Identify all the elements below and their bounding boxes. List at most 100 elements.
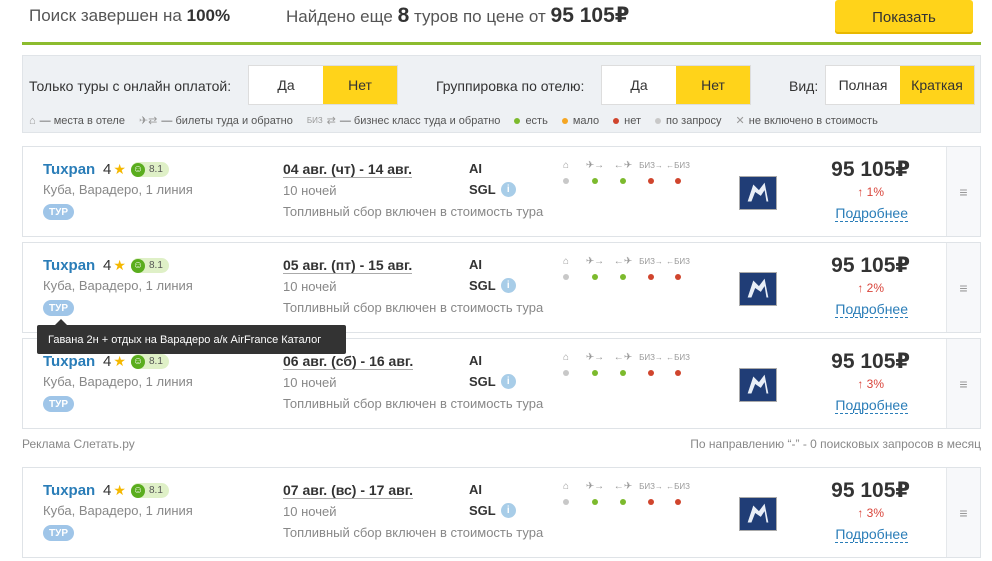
hotel-stars: 4 ★ — [103, 161, 126, 178]
price-change: ↑ 2% — [857, 281, 884, 295]
hotel-location: Куба, Варадеро, 1 линия — [43, 278, 193, 293]
availability-dot-icon — [620, 274, 626, 280]
none-dot-icon — [613, 117, 620, 124]
info-icon[interactable]: i — [500, 374, 516, 389]
fuel-note: Топливный сбор включен в стоимость тура — [283, 396, 544, 411]
results-header: Поиск завершен на 100% Найдено еще 8 тур… — [0, 0, 992, 46]
hotel-rating[interactable]: ☺ 8.1 — [131, 258, 169, 273]
hotel-icon: ⌂ — [562, 352, 570, 363]
tour-card[interactable]: Tuxpan 4 ★ ☺ 8.1 Куба, Варадеро, 1 линия Т… — [22, 467, 981, 558]
details-link[interactable]: Подробнее — [835, 301, 908, 318]
online-payment-toggle: Да Нет — [248, 65, 398, 105]
star-icon: ★ — [113, 482, 126, 498]
found-summary: Найдено еще 8 туров по цене от 95 105₽ — [286, 3, 629, 28]
online-yes-option[interactable]: Да — [249, 66, 323, 104]
group-no-option[interactable]: Нет — [676, 66, 750, 104]
service-availability: ⌂ — [554, 351, 578, 376]
menu-icon[interactable]: ≡ — [946, 147, 980, 236]
search-status: Поиск завершен на 100% — [29, 6, 230, 26]
room-type-label: SGL — [469, 374, 496, 389]
service-availability: ✈→ — [583, 255, 607, 280]
tour-price: 95 105₽ — [831, 254, 910, 277]
flight-roundtrip-icon: ✈⇄ — [138, 115, 158, 127]
tour-card[interactable]: Tuxpan 4 ★ ☺ 8.1 Куба, Варадеро, 1 линия Т… — [22, 146, 981, 237]
tour-nights: 10 ночей — [283, 504, 337, 519]
flight-back-icon: ←✈ — [613, 352, 633, 363]
ad-label[interactable]: Реклама Слетать.ру — [22, 437, 135, 451]
legend-hotel: — места в отеле — [39, 114, 125, 127]
fuel-note: Топливный сбор включен в стоимость тура — [283, 300, 544, 315]
smile-icon: ☺ — [131, 483, 145, 498]
tour-dates[interactable]: 05 авг. (пт) - 15 авг. — [283, 257, 413, 274]
flight-back-icon: ←✈ — [613, 256, 633, 267]
tour-badge[interactable]: ТУР — [43, 300, 74, 316]
online-no-option[interactable]: Нет — [323, 66, 397, 104]
availability-dot-icon — [620, 499, 626, 505]
info-icon[interactable]: i — [500, 278, 516, 293]
hotel-icon: ⌂ — [29, 114, 36, 127]
availability-dot-icon — [563, 499, 569, 505]
hotel-name-link[interactable]: Tuxpan — [43, 257, 95, 274]
smile-icon: ☺ — [131, 258, 145, 273]
tour-badge[interactable]: ТУР — [43, 204, 74, 220]
hotel-stars: 4 ★ — [103, 353, 126, 370]
tour-dates[interactable]: 07 авг. (вс) - 17 авг. — [283, 482, 414, 499]
menu-icon[interactable]: ≡ — [946, 243, 980, 332]
group-yes-option[interactable]: Да — [602, 66, 676, 104]
menu-icon[interactable]: ≡ — [946, 468, 980, 557]
fuel-note: Топливный сбор включен в стоимость тура — [283, 525, 544, 540]
star-count: 4 — [103, 482, 112, 499]
hotel-name-link[interactable]: Tuxpan — [43, 161, 95, 178]
service-availability: ←БИЗ — [666, 255, 690, 280]
price-change: ↑ 3% — [857, 377, 884, 391]
star-count: 4 — [103, 257, 112, 274]
price-change: ↑ 3% — [857, 506, 884, 520]
details-link[interactable]: Подробнее — [835, 397, 908, 414]
details-link[interactable]: Подробнее — [835, 526, 908, 543]
business-back-icon: ←БИЗ — [666, 257, 690, 266]
view-short-option[interactable]: Краткая — [900, 66, 974, 104]
info-icon[interactable]: i — [500, 503, 516, 518]
room-type: SGL i — [469, 278, 516, 293]
available-dot-icon — [514, 117, 521, 124]
view-full-option[interactable]: Полная — [826, 66, 900, 104]
tour-operator-logo — [739, 272, 777, 306]
legend-request: по запросу — [666, 114, 722, 127]
tour-card[interactable]: Tuxpan 4 ★ ☺ 8.1 Куба, Варадеро, 1 линия Т… — [22, 242, 981, 333]
availability-dot-icon — [563, 274, 569, 280]
business-out-icon: БИЗ→ — [639, 482, 663, 491]
hotel-rating[interactable]: ☺ 8.1 — [131, 483, 169, 498]
tour-tooltip: Гавана 2н + отдых на Варадеро а/к AirFra… — [37, 319, 346, 354]
business-back-icon: ←БИЗ — [666, 353, 690, 362]
request-dot-icon — [655, 117, 662, 124]
show-button[interactable]: Показать — [835, 0, 973, 34]
operator-logo-icon — [740, 369, 776, 401]
availability-legend: ⌂ — места в отеле ✈⇄ — билеты туда и обрат… — [29, 114, 878, 128]
info-icon[interactable]: i — [500, 182, 516, 197]
flight-out-icon: ✈→ — [585, 160, 605, 171]
hotel-name-link[interactable]: Tuxpan — [43, 353, 95, 370]
business-class-icon: БИЗ — [306, 116, 323, 125]
hotel-stars: 4 ★ — [103, 482, 126, 499]
service-availability: ←БИЗ — [666, 480, 690, 505]
tour-badge[interactable]: ТУР — [43, 525, 74, 541]
few-dot-icon — [561, 117, 568, 124]
tour-dates[interactable]: 06 авг. (сб) - 16 авг. — [283, 353, 414, 370]
hotel-icon: ⌂ — [562, 481, 570, 492]
business-arrows-icon: ⇄ — [326, 115, 336, 127]
hotel-rating[interactable]: ☺ 8.1 — [131, 162, 169, 177]
details-link[interactable]: Подробнее — [835, 205, 908, 222]
operator-logo-icon — [740, 177, 776, 209]
tour-badge[interactable]: ТУР — [43, 396, 74, 412]
availability-dot-icon — [592, 499, 598, 505]
room-type-label: SGL — [469, 278, 496, 293]
hotel-name-link[interactable]: Tuxpan — [43, 482, 95, 499]
room-type-label: SGL — [469, 503, 496, 518]
hotel-rating[interactable]: ☺ 8.1 — [131, 354, 169, 369]
room-type: SGL i — [469, 182, 516, 197]
menu-icon[interactable]: ≡ — [946, 339, 980, 428]
tour-dates[interactable]: 04 авг. (чт) - 14 авг. — [283, 161, 412, 178]
legend-yes: есть — [525, 114, 548, 127]
rating-value: 8.1 — [149, 356, 163, 367]
star-icon: ★ — [113, 353, 126, 369]
